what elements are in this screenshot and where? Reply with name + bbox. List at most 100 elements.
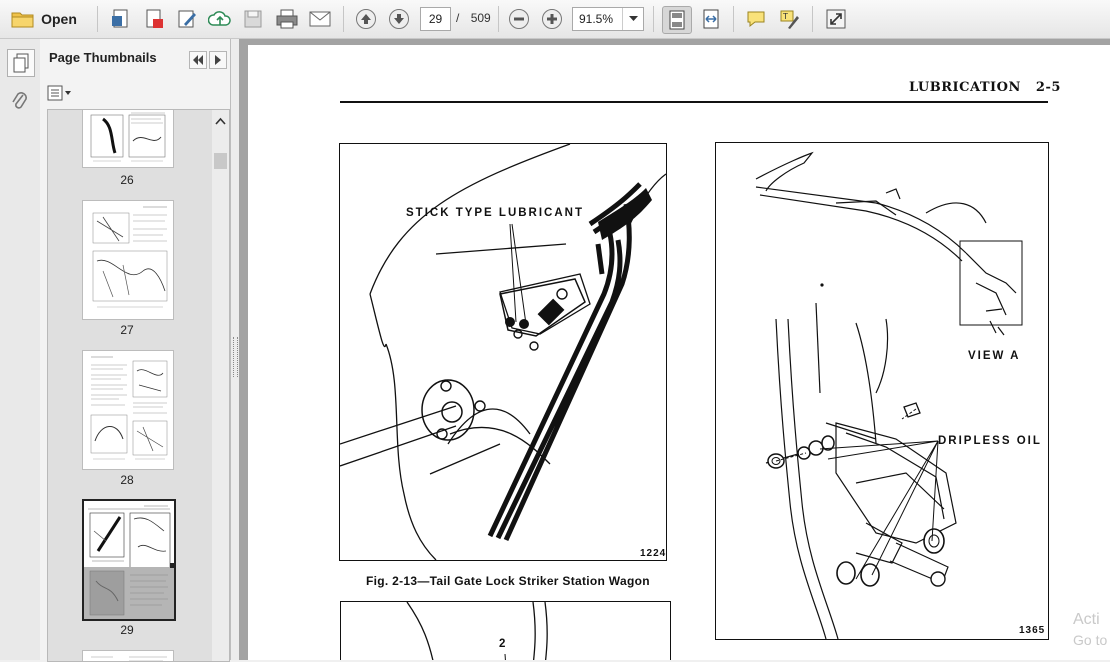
- open-button[interactable]: Open: [6, 6, 82, 32]
- edit-pencil-icon: [178, 10, 196, 28]
- next-page-button[interactable]: [386, 6, 412, 32]
- attachments-nav-button[interactable]: [7, 89, 33, 115]
- thumbnail-image: [91, 656, 167, 661]
- thumbnail-list[interactable]: 26 27 28 29: [47, 109, 230, 662]
- double-chevron-left-icon: [193, 55, 203, 65]
- thumbnail-page-26[interactable]: [82, 110, 174, 168]
- figure-tail-gate-lock: STICK TYPE LUBRICANT 1224: [339, 143, 667, 561]
- save-button[interactable]: [240, 6, 266, 32]
- thumbnail-page-number: 29: [120, 623, 134, 637]
- thumbnail-image: [84, 505, 174, 619]
- thumbnail-page-30[interactable]: [82, 650, 174, 661]
- toolbar-separator: [812, 6, 813, 32]
- toolbar-separator: [97, 6, 98, 32]
- thumbnails-panel: Page Thumbnails 26 27 28 29: [40, 39, 231, 662]
- edit-pdf-button[interactable]: [174, 6, 200, 32]
- page-header: LUBRICATION 2-5: [909, 80, 1061, 95]
- arrow-down-circle-icon: [389, 9, 409, 29]
- pdf-page: LUBRICATION 2-5 STICK TYPE LUBRICANT 122…: [248, 45, 1110, 660]
- figure-dripless-oil: VIEW A DRIPLESS OIL 1365: [715, 142, 1049, 640]
- callout-number: 2: [499, 638, 506, 650]
- document-view[interactable]: LUBRICATION 2-5 STICK TYPE LUBRICANT 122…: [239, 39, 1110, 660]
- page-separator: /: [456, 11, 460, 25]
- highlighter-icon: T: [780, 10, 799, 29]
- view-a-label: VIEW A: [968, 350, 1021, 362]
- minus-circle-icon: [509, 9, 529, 29]
- thumbnail-page-27[interactable]: [82, 200, 174, 320]
- activation-watermark-line1: Acti: [1073, 611, 1100, 628]
- svg-text:T: T: [782, 12, 788, 21]
- create-pdf-icon: [112, 9, 128, 28]
- zoom-value: 91.5%: [579, 12, 614, 26]
- upload-cloud-button[interactable]: [207, 6, 233, 32]
- fit-page-icon: [669, 10, 685, 30]
- toolbar-separator: [343, 6, 344, 32]
- activation-watermark-line2: Go to: [1073, 632, 1108, 648]
- toolbar-separator: [653, 6, 654, 32]
- export-pdf-icon: [146, 9, 163, 28]
- print-button[interactable]: [273, 6, 301, 32]
- thumbnail-page-28[interactable]: [82, 350, 174, 470]
- pages-icon: [13, 53, 29, 73]
- toolbar-separator: [498, 6, 499, 32]
- chevron-down-icon[interactable]: [622, 8, 643, 30]
- comment-button[interactable]: [742, 6, 770, 32]
- zoom-in-button[interactable]: [539, 6, 565, 32]
- export-pdf-button[interactable]: [141, 6, 167, 32]
- chevron-right-icon: [215, 55, 221, 65]
- save-disk-icon: [244, 10, 262, 28]
- navigation-rail: [0, 39, 41, 660]
- thumbnail-page-number: 27: [120, 323, 134, 337]
- zoom-out-button[interactable]: [506, 6, 532, 32]
- paperclip-icon: [12, 92, 27, 109]
- total-pages: 509: [470, 11, 491, 25]
- panel-splitter[interactable]: [231, 39, 239, 660]
- thumbnail-scrollbar[interactable]: [212, 110, 229, 661]
- printer-icon: [276, 9, 298, 29]
- thumbnail-image: [92, 206, 168, 308]
- scroll-up-icon[interactable]: [215, 114, 226, 128]
- page-thumbnails-nav-button[interactable]: [7, 49, 35, 77]
- thumbnail-image: [90, 112, 166, 162]
- figure-bottom-partial: 2: [340, 601, 671, 660]
- callout-dripless-oil: DRIPLESS OIL: [938, 435, 1042, 447]
- collapse-panel-button[interactable]: [189, 51, 207, 69]
- main-toolbar: Open 29 / 509 91.5% T: [0, 0, 1110, 39]
- previous-page-button[interactable]: [353, 6, 379, 32]
- plus-circle-icon: [542, 9, 562, 29]
- page-total: / 509: [456, 11, 491, 25]
- envelope-icon: [309, 11, 331, 27]
- zoom-level-select[interactable]: 91.5%: [572, 7, 644, 31]
- fit-width-button[interactable]: [697, 6, 725, 32]
- thumbnail-page-number: 26: [120, 173, 134, 187]
- fit-page-button[interactable]: [662, 6, 692, 34]
- dripless-oil-illustration: [755, 151, 1023, 640]
- expand-icon: [826, 9, 846, 29]
- highlight-button[interactable]: T: [775, 6, 803, 32]
- callout-stick-type-lubricant: STICK TYPE LUBRICANT: [406, 207, 584, 219]
- bottom-figure-illustration: [406, 601, 548, 660]
- full-screen-button[interactable]: [822, 6, 850, 32]
- cloud-upload-icon: [208, 11, 231, 26]
- thumbnail-page-29[interactable]: [82, 499, 176, 621]
- email-button[interactable]: [306, 6, 334, 32]
- figure-number: 1224: [640, 548, 667, 559]
- toolbar-separator: [733, 6, 734, 32]
- splitter-grip: [233, 337, 238, 377]
- arrow-up-circle-icon: [356, 9, 376, 29]
- thumbnail-image: [90, 356, 168, 460]
- speech-bubble-icon: [747, 11, 765, 28]
- create-pdf-button[interactable]: [108, 6, 134, 32]
- thumbnail-options-button[interactable]: [47, 84, 73, 102]
- thumbnail-page-number: 28: [120, 473, 134, 487]
- options-list-icon: [47, 85, 71, 101]
- page-number-input[interactable]: 29: [420, 7, 451, 31]
- folder-icon: [11, 12, 34, 28]
- panel-title: Page Thumbnails: [49, 50, 157, 65]
- fit-width-icon: [703, 9, 719, 29]
- figure-caption: Fig. 2-13—Tail Gate Lock Striker Station…: [366, 574, 650, 588]
- view-region-handle[interactable]: [170, 563, 174, 568]
- scrollbar-thumb[interactable]: [214, 153, 227, 169]
- expand-panel-button[interactable]: [209, 51, 227, 69]
- header-rule: [340, 101, 1048, 103]
